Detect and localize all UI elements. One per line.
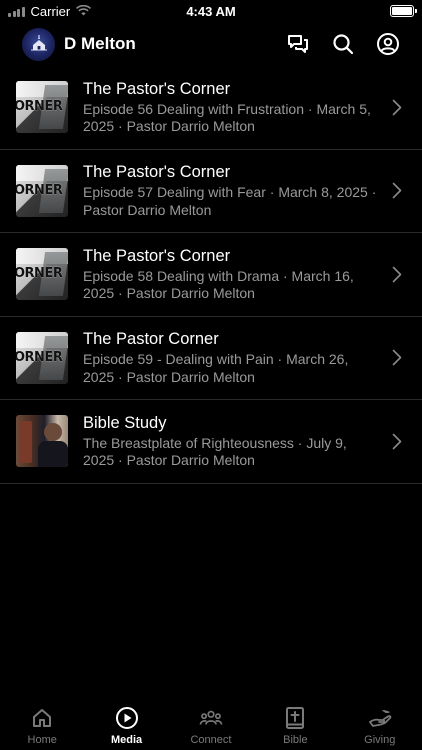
tab-label: Connect	[190, 734, 232, 746]
episode-thumbnail: ORNER	[16, 331, 68, 384]
list-item[interactable]: Bible Study The Breastplate of Righteous…	[0, 400, 422, 484]
tab-label: Home	[27, 734, 57, 746]
episode-thumbnail: ORNER	[16, 81, 68, 134]
media-list: ORNER The Pastor's Corner Episode 56 Dea…	[0, 66, 422, 484]
item-text: The Pastor's Corner Episode 56 Dealing w…	[83, 79, 378, 136]
screen: Carrier 4:43 AM D Melton ORNER The Pasto…	[0, 0, 422, 750]
chevron-right-icon	[388, 182, 406, 200]
episode-thumbnail: ORNER	[16, 248, 68, 301]
list-item[interactable]: ORNER The Pastor's Corner Episode 56 Dea…	[0, 66, 422, 150]
status-bar: Carrier 4:43 AM	[0, 0, 422, 22]
chevron-right-icon	[388, 432, 406, 450]
signal-icon	[8, 6, 25, 17]
account-icon[interactable]	[375, 32, 400, 57]
search-icon[interactable]	[330, 32, 355, 57]
list-item[interactable]: ORNER The Pastor's Corner Episode 57 Dea…	[0, 150, 422, 233]
chevron-right-icon	[388, 98, 406, 116]
messages-icon[interactable]	[285, 32, 310, 57]
chevron-right-icon	[388, 265, 406, 283]
page-title: D Melton	[64, 34, 136, 53]
item-text: The Pastor's Corner Episode 57 Dealing w…	[83, 162, 378, 219]
episode-thumbnail: ORNER	[16, 164, 68, 217]
status-left: Carrier	[8, 3, 92, 19]
bible-icon	[283, 706, 307, 730]
header: D Melton	[0, 22, 422, 66]
header-actions	[285, 32, 400, 57]
battery-icon	[390, 5, 417, 17]
item-subtitle: The Breastplate of Righteousness · July …	[83, 434, 347, 469]
item-subtitle: Episode 57 Dealing with Fear · March 8, …	[83, 184, 377, 218]
church-logo-icon	[30, 35, 47, 51]
item-text: Bible Study The Breastplate of Righteous…	[83, 413, 378, 470]
carrier-label: Carrier	[30, 3, 71, 19]
item-title: The Pastor's Corner	[83, 246, 231, 265]
item-subtitle: Episode 58 Dealing with Drama · March 16…	[83, 267, 354, 302]
tab-giving[interactable]: Giving	[338, 706, 422, 746]
list-item[interactable]: ORNER The Pastor's Corner Episode 58 Dea…	[0, 233, 422, 317]
chevron-right-icon	[388, 349, 406, 367]
item-title: Bible Study	[83, 413, 167, 432]
tab-connect[interactable]: Connect	[169, 706, 253, 746]
tab-label: Giving	[364, 734, 396, 746]
item-subtitle: Episode 59 - Dealing with Pain · March 2…	[83, 351, 349, 385]
item-title: The Pastor Corner	[83, 330, 219, 349]
tab-media[interactable]: Media	[85, 706, 169, 746]
item-title: The Pastor's Corner	[83, 79, 231, 98]
tab-label: Media	[110, 734, 143, 746]
people-icon	[199, 706, 223, 730]
home-icon	[30, 706, 54, 730]
tab-bar: Home Media Connect Bible Giving	[0, 700, 422, 750]
tab-label: Bible	[283, 734, 308, 746]
play-circle-icon	[115, 706, 139, 730]
item-text: The Pastor's Corner Episode 58 Dealing w…	[83, 246, 378, 303]
tab-home[interactable]: Home	[0, 706, 84, 746]
bible-study-thumbnail	[16, 415, 68, 468]
list-item[interactable]: ORNER The Pastor Corner Episode 59 - Dea…	[0, 317, 422, 400]
wifi-icon	[76, 4, 92, 19]
giving-hand-icon	[368, 706, 392, 730]
item-title: The Pastor's Corner	[83, 163, 231, 182]
item-text: The Pastor Corner Episode 59 - Dealing w…	[83, 329, 378, 386]
tab-bible[interactable]: Bible	[253, 706, 337, 746]
item-subtitle: Episode 56 Dealing with Frustration · Ma…	[83, 100, 371, 135]
avatar[interactable]	[22, 27, 55, 61]
